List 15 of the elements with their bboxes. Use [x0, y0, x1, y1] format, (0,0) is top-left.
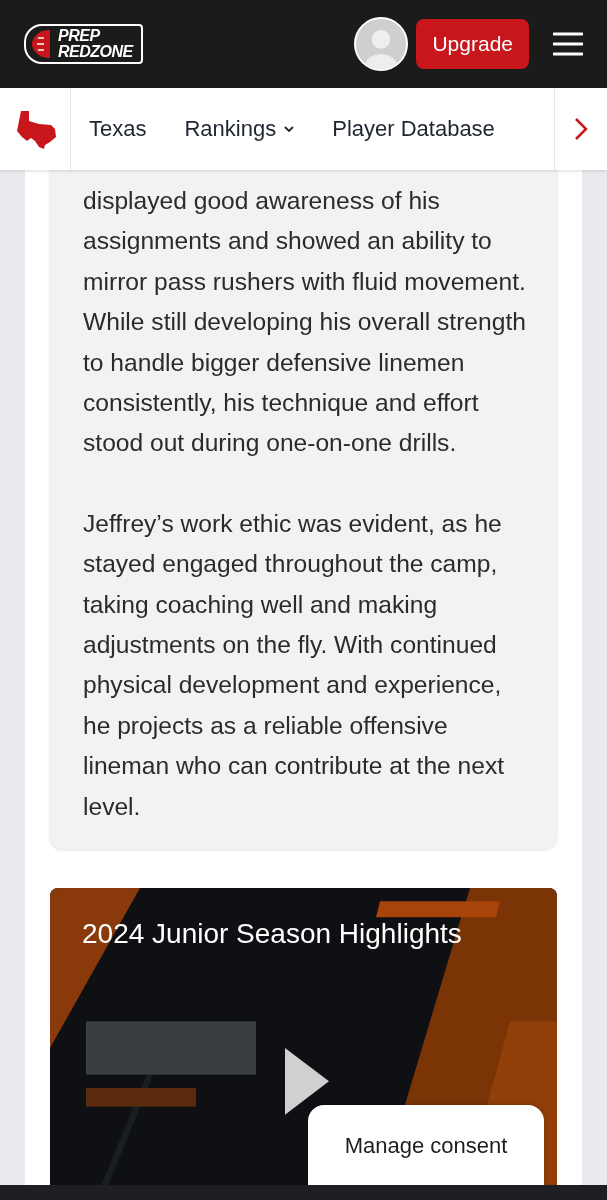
- avatar-icon[interactable]: [354, 17, 409, 71]
- video-title[interactable]: 2024 Junior Season Highlights: [82, 918, 462, 951]
- nav-link[interactable]: Player Database: [332, 116, 495, 142]
- manage-consent-button[interactable]: Manage consent: [308, 1105, 544, 1185]
- logo-text: REDZONE: [58, 44, 133, 60]
- paragraph: displayed good awareness of his assignments and showed an ability to mirror pass rushers with fluid movement. While still developing his overall strength to handle bigger defensive linemen consistently, his technique and effort stood out during one-on-one drills.: [83, 186, 527, 459]
- chevron-down-icon: [284, 125, 295, 133]
- nav-link[interactable]: Texas: [89, 116, 147, 142]
- upgrade-button[interactable]: Upgrade: [416, 19, 529, 69]
- chevron-right-icon[interactable]: [574, 117, 588, 141]
- nav-link[interactable]: Rankings: [184, 116, 295, 142]
- paragraph: Jeffrey’s work ethic was evident, as he stayed engaged throughout the camp, taking coaching well and making adjustments on the fly. With continued physical development and experience, he projects as a reliable offensive lineman who can contribute at the next level.: [83, 508, 506, 822]
- logo-text: PREP: [58, 28, 101, 44]
- menu-icon[interactable]: [553, 32, 583, 56]
- logo[interactable]: PREP REDZONE: [24, 24, 143, 64]
